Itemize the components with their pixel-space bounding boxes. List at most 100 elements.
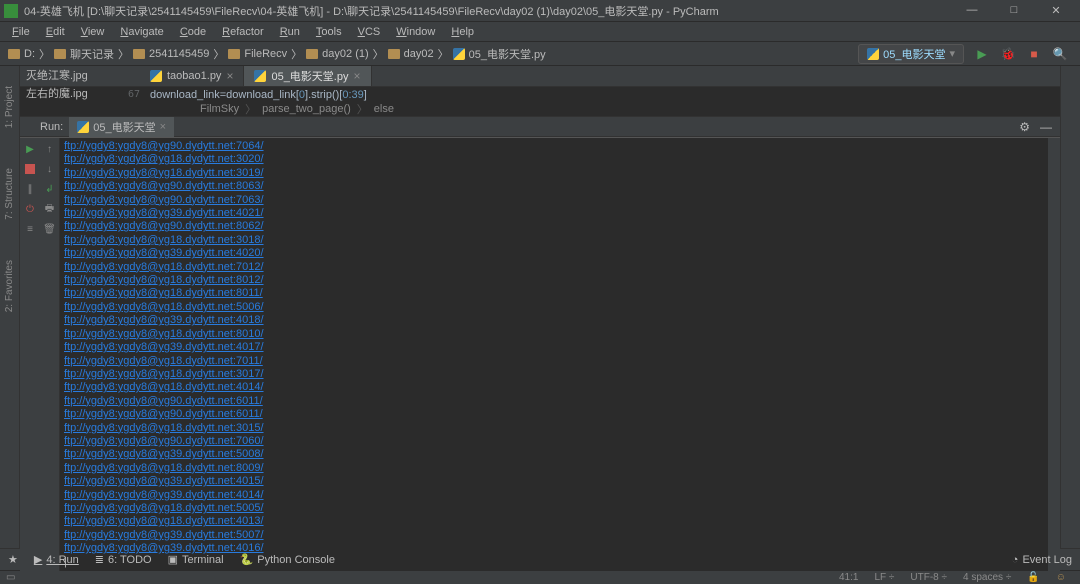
output-link[interactable]: ftp://ygdy8:ygdy8@yg18.dydytt.net:3018/	[64, 234, 264, 246]
menu-refactor[interactable]: Refactor	[216, 26, 270, 38]
crumb[interactable]: parse_two_page()	[262, 103, 351, 115]
pause-icon[interactable]: ∥	[23, 182, 37, 196]
output-link[interactable]: ftp://ygdy8:ygdy8@yg39.dydytt.net:4015/	[64, 475, 264, 487]
menu-vcs[interactable]: VCS	[352, 26, 387, 38]
output-link[interactable]: ftp://ygdy8:ygdy8@yg18.dydytt.net:3015/	[64, 422, 264, 434]
left-tab[interactable]: 7: Structure	[4, 168, 15, 220]
stop-icon[interactable]	[23, 162, 37, 176]
run-config-selector[interactable]: 05_电影天堂 ▾	[858, 44, 964, 64]
output-gutter	[1048, 138, 1060, 571]
breadcrumb-seg[interactable]: day02 (1)	[304, 48, 370, 60]
output-link[interactable]: ftp://ygdy8:ygdy8@yg39.dydytt.net:4014/	[64, 489, 264, 501]
menu-navigate[interactable]: Navigate	[114, 26, 169, 38]
menu-window[interactable]: Window	[390, 26, 441, 38]
output-link[interactable]: ftp://ygdy8:ygdy8@yg39.dydytt.net:4018/	[64, 314, 264, 326]
print-icon[interactable]: 🖶	[43, 202, 57, 216]
output-link[interactable]: ftp://ygdy8:ygdy8@yg39.dydytt.net:5008/	[64, 448, 264, 460]
menu-edit[interactable]: Edit	[40, 26, 71, 38]
crumb[interactable]: else	[374, 103, 394, 115]
editor-area[interactable]: 67 download_link=download_link[0].strip(…	[20, 87, 1060, 117]
menu-code[interactable]: Code	[174, 26, 212, 38]
toolwin-terminal[interactable]: ▣ Terminal	[168, 553, 224, 566]
output-link[interactable]: ftp://ygdy8:ygdy8@yg18.dydytt.net:8010/	[64, 328, 264, 340]
output-link[interactable]: ftp://ygdy8:ygdy8@yg18.dydytt.net:3017/	[64, 368, 264, 380]
rerun-icon[interactable]: ▶	[23, 142, 37, 156]
minimize-button[interactable]: —	[960, 4, 984, 17]
breadcrumb-seg[interactable]: 聊天记录	[52, 46, 116, 62]
lock-icon[interactable]: 🔓	[1019, 572, 1047, 583]
close-icon[interactable]: ×	[226, 69, 233, 83]
crumb[interactable]: FilmSky	[200, 103, 239, 115]
tree-item[interactable]: 左右的魔.ipg	[22, 84, 130, 102]
output-link[interactable]: ftp://ygdy8:ygdy8@yg39.dydytt.net:4020/	[64, 247, 264, 259]
editor-tab[interactable]: 05_电影天堂.py×	[244, 66, 371, 86]
line-sep[interactable]: LF ÷	[866, 572, 902, 583]
settings-icon[interactable]: ⚙	[1019, 120, 1030, 134]
menu-view[interactable]: View	[75, 26, 111, 38]
breadcrumb-seg[interactable]: 2541145459	[131, 48, 211, 60]
output-link[interactable]: ftp://ygdy8:ygdy8@yg90.dydytt.net:8063/	[64, 180, 264, 192]
run-tab[interactable]: 05_电影天堂 ×	[69, 117, 174, 137]
breadcrumb-seg[interactable]: FileRecv	[226, 48, 289, 60]
code-line[interactable]: download_link=download_link[0].strip()[0…	[150, 88, 367, 101]
menu-help[interactable]: Help	[445, 26, 480, 38]
exit-icon[interactable]: ⏻	[23, 202, 37, 216]
left-tab[interactable]: 2: Favorites	[4, 260, 15, 312]
debug-button[interactable]: 🐞	[1000, 46, 1016, 62]
breadcrumb-drive[interactable]: D:	[6, 48, 37, 60]
breadcrumb-seg[interactable]: day02	[386, 48, 436, 60]
inspector-icon[interactable]: ☺	[1048, 572, 1074, 583]
trash-icon[interactable]: 🗑	[43, 222, 57, 236]
tree-item[interactable]: 灭绝江寒.jpg	[22, 66, 130, 84]
output-link[interactable]: ftp://ygdy8:ygdy8@yg18.dydytt.net:8011/	[64, 287, 263, 299]
menu-tools[interactable]: Tools	[310, 26, 348, 38]
maximize-button[interactable]: □	[1002, 4, 1026, 17]
folder-icon	[133, 49, 145, 59]
output-link[interactable]: ftp://ygdy8:ygdy8@yg39.dydytt.net:5007/	[64, 529, 264, 541]
output-link[interactable]: ftp://ygdy8:ygdy8@yg18.dydytt.net:4013/	[64, 515, 264, 527]
close-icon[interactable]: ×	[353, 69, 360, 83]
breadcrumb-seg[interactable]: 05_电影天堂.py	[451, 46, 548, 62]
star-icon[interactable]: ★	[8, 553, 18, 566]
output-link[interactable]: ftp://ygdy8:ygdy8@yg18.dydytt.net:3019/	[64, 167, 264, 179]
close-button[interactable]: ✕	[1044, 4, 1068, 17]
up-icon[interactable]: ↑	[43, 142, 57, 156]
output-link[interactable]: ftp://ygdy8:ygdy8@yg90.dydytt.net:8062/	[64, 220, 264, 232]
output-link[interactable]: ftp://ygdy8:ygdy8@yg18.dydytt.net:5005/	[64, 502, 264, 514]
output-link[interactable]: ftp://ygdy8:ygdy8@yg90.dydytt.net:7063/	[64, 194, 264, 206]
output-link[interactable]: ftp://ygdy8:ygdy8@yg90.dydytt.net:6011/	[64, 395, 263, 407]
output-link[interactable]: ftp://ygdy8:ygdy8@yg18.dydytt.net:3020/	[64, 153, 264, 165]
output-link[interactable]: ftp://ygdy8:ygdy8@yg18.dydytt.net:7011/	[64, 355, 263, 367]
output-link[interactable]: ftp://ygdy8:ygdy8@yg18.dydytt.net:8009/	[64, 462, 264, 474]
toolwin-run[interactable]: ▶ 4: Run	[34, 553, 79, 566]
toolwin-event-log[interactable]: ◔ Event Log	[1012, 554, 1072, 566]
status-icon[interactable]: ▭	[6, 572, 15, 583]
stop-button[interactable]: ■	[1026, 46, 1042, 62]
minimize-panel-icon[interactable]: —	[1040, 120, 1052, 134]
indent[interactable]: 4 spaces ÷	[955, 572, 1019, 583]
run-toolbar-1: ▶ ∥ ⏻ ≡	[20, 138, 40, 571]
output-link[interactable]: ftp://ygdy8:ygdy8@yg90.dydytt.net:7060/	[64, 435, 264, 447]
output-link[interactable]: ftp://ygdy8:ygdy8@yg39.dydytt.net:4021/	[64, 207, 264, 219]
close-icon[interactable]: ×	[160, 121, 166, 133]
toolwin-todo[interactable]: ≣ 6: TODO	[95, 553, 152, 566]
search-icon[interactable]: 🔍	[1052, 46, 1068, 62]
wrap-icon[interactable]: ↲	[43, 182, 57, 196]
console-output[interactable]: ftp://ygdy8:ygdy8@yg90.dydytt.net:7064/f…	[60, 138, 1048, 571]
output-link[interactable]: ftp://ygdy8:ygdy8@yg18.dydytt.net:8012/	[64, 274, 264, 286]
output-link[interactable]: ftp://ygdy8:ygdy8@yg90.dydytt.net:6011/	[64, 408, 263, 420]
output-link[interactable]: ftp://ygdy8:ygdy8@yg18.dydytt.net:4014/	[64, 381, 264, 393]
output-link[interactable]: ftp://ygdy8:ygdy8@yg18.dydytt.net:5006/	[64, 301, 264, 313]
output-link[interactable]: ftp://ygdy8:ygdy8@yg39.dydytt.net:4017/	[64, 341, 264, 353]
toolwin-python-console[interactable]: 🐍 Python Console	[240, 553, 335, 566]
down-icon[interactable]: ↓	[43, 162, 57, 176]
layout-icon[interactable]: ≡	[23, 222, 37, 236]
left-tab[interactable]: 1: Project	[4, 86, 15, 128]
menu-file[interactable]: File	[6, 26, 36, 38]
output-link[interactable]: ftp://ygdy8:ygdy8@yg18.dydytt.net:7012/	[64, 261, 264, 273]
menu-run[interactable]: Run	[274, 26, 306, 38]
run-button[interactable]: ▶	[974, 46, 990, 62]
output-link[interactable]: ftp://ygdy8:ygdy8@yg90.dydytt.net:7064/	[64, 140, 264, 152]
encoding[interactable]: UTF-8 ÷	[902, 572, 955, 583]
editor-tab[interactable]: taobao1.py×	[140, 66, 244, 86]
